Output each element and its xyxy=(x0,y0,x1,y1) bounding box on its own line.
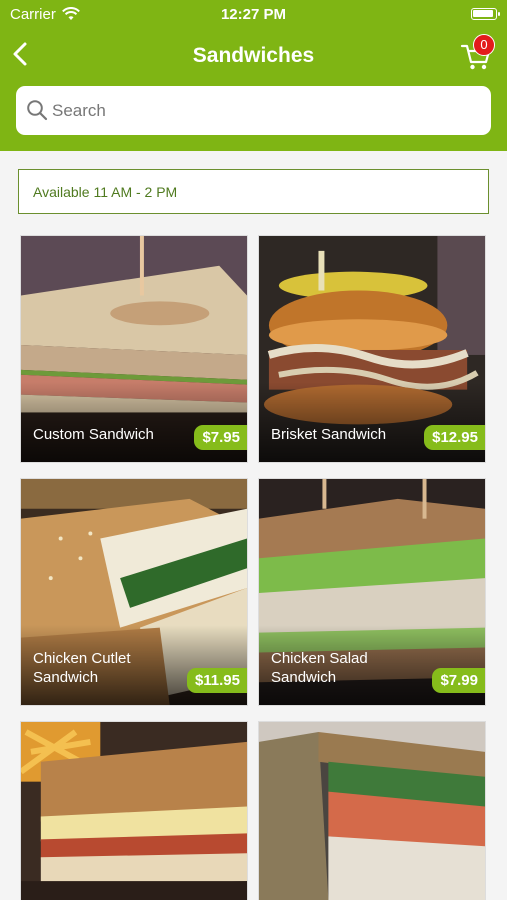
product-card-6[interactable] xyxy=(258,721,486,900)
product-name: Chicken Salad Sandwich xyxy=(271,650,368,686)
product-card-chicken-cutlet-sandwich[interactable]: Chicken Cutlet Sandwich $11.95 xyxy=(20,478,248,706)
product-name: Custom Sandwich xyxy=(33,426,154,443)
card-shade xyxy=(259,382,485,462)
product-card-chicken-salad-sandwich[interactable]: Chicken Salad Sandwich $7.99 xyxy=(258,478,486,706)
grilled-sandwich-photo xyxy=(21,722,247,900)
product-name: Brisket Sandwich xyxy=(271,426,387,443)
product-card-brisket-sandwich[interactable]: Brisket Sandwich $12.95 xyxy=(258,235,486,463)
product-grid: Custom Sandwich $7.95 Brisket Sandwich $… xyxy=(0,0,507,900)
product-card-5[interactable] xyxy=(20,721,248,900)
product-card-custom-sandwich[interactable]: Custom Sandwich $7.95 xyxy=(20,235,248,463)
product-name: Chicken Cutlet Sandwich xyxy=(33,650,131,686)
product-price-badge: $12.95 xyxy=(424,425,485,450)
product-price-badge: $7.99 xyxy=(432,668,485,693)
salmon-sandwich-photo xyxy=(259,722,485,900)
product-price-badge: $11.95 xyxy=(186,668,247,693)
product-price-badge: $7.95 xyxy=(194,425,247,450)
card-shade xyxy=(21,382,247,462)
